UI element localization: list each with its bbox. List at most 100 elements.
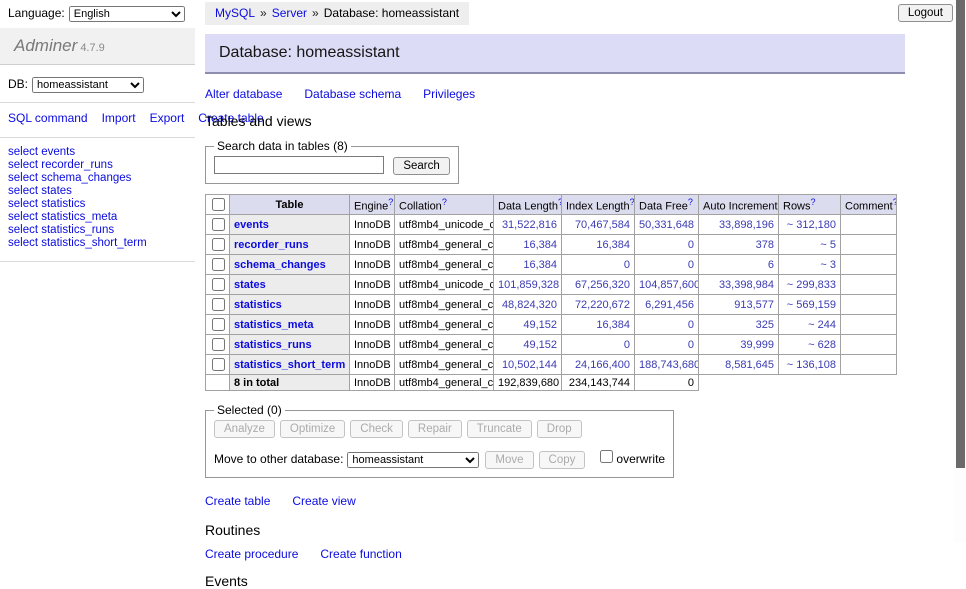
adminer-logo: Adminer <box>14 36 77 55</box>
sidebar-select-events[interactable]: select events <box>8 146 187 159</box>
table-link-statistics[interactable]: statistics <box>234 299 282 311</box>
data-free-cell: 0 <box>635 255 699 275</box>
check-button[interactable]: Check <box>350 420 403 438</box>
row-checkbox[interactable] <box>212 298 225 311</box>
index-length-cell: 16,384 <box>562 235 635 255</box>
sidebar-select-states[interactable]: select states <box>8 185 187 198</box>
sidebar-link-import[interactable]: Import <box>102 111 136 125</box>
engine-cell: InnoDB <box>350 215 395 235</box>
table-link-statistics-meta[interactable]: statistics_meta <box>234 319 314 331</box>
table-row: events InnoDButf8mb4_unicode_ci31,522,816… <box>206 215 897 235</box>
overwrite-checkbox[interactable] <box>600 450 613 463</box>
index-length-cell: 67,256,320 <box>562 275 635 295</box>
truncate-button[interactable]: Truncate <box>467 420 532 438</box>
drop-button[interactable]: Drop <box>537 420 582 438</box>
sidebar-select-statistics-short-term[interactable]: select statistics_short_term <box>8 237 187 250</box>
table-link-events[interactable]: events <box>234 219 269 231</box>
move-button[interactable]: Move <box>485 451 533 469</box>
row-checkbox[interactable] <box>212 218 225 231</box>
collation-cell: utf8mb4_unicode_ci <box>395 215 494 235</box>
rows-cell: ~ 312,180 <box>779 215 841 235</box>
overwrite-label: overwrite <box>616 452 665 466</box>
comment-cell <box>841 355 897 375</box>
link-privileges[interactable]: Privileges <box>423 87 475 101</box>
move-db-select[interactable]: homeassistant <box>347 452 479 468</box>
comment-cell <box>841 275 897 295</box>
breadcrumb-link-server[interactable]: Server <box>272 6 307 20</box>
table-link-recorder-runs[interactable]: recorder_runs <box>234 239 309 251</box>
row-checkbox[interactable] <box>212 238 225 251</box>
row-checkbox[interactable] <box>212 318 225 331</box>
repair-button[interactable]: Repair <box>408 420 462 438</box>
link-database-schema[interactable]: Database schema <box>304 87 401 101</box>
sidebar: Language:English Adminer4.7.9 DB:homeass… <box>0 0 195 262</box>
help-icon[interactable]: ? <box>893 197 897 207</box>
adminer-version: 4.7.9 <box>80 42 104 54</box>
copy-button[interactable]: Copy <box>539 451 586 469</box>
sidebar-select-schema-changes[interactable]: select schema_changes <box>8 172 187 185</box>
data-length-cell: 31,522,816 <box>494 215 562 235</box>
row-checkbox[interactable] <box>212 338 225 351</box>
collation-cell: utf8mb4_general_ci <box>395 375 494 391</box>
table-link-statistics-short-term[interactable]: statistics_short_term <box>234 359 345 371</box>
sidebar-select-statistics-meta[interactable]: select statistics_meta <box>8 211 187 224</box>
link-create-procedure[interactable]: Create procedure <box>205 547 298 561</box>
sidebar-link-sql-command[interactable]: SQL command <box>8 111 88 125</box>
table-row: statesInnoDButf8mb4_unicode_ci101,859,32… <box>206 275 897 295</box>
row-checkbox[interactable] <box>212 358 225 371</box>
rows-cell: ~ 628 <box>779 335 841 355</box>
optimize-button[interactable]: Optimize <box>280 420 345 438</box>
link-create-view[interactable]: Create view <box>292 494 355 508</box>
sidebar-link-export[interactable]: Export <box>150 111 185 125</box>
logout-button[interactable]: Logout <box>898 4 953 22</box>
table-link-statistics-runs[interactable]: statistics_runs <box>234 339 312 351</box>
data-free-cell: 6,291,456 <box>635 295 699 315</box>
help-icon[interactable]: ? <box>442 197 447 207</box>
table-name-cell: statistics_meta <box>230 315 350 335</box>
row-checkbox[interactable] <box>212 258 225 271</box>
auto-increment-cell: 33,398,984 <box>699 275 779 295</box>
help-icon[interactable]: ? <box>388 197 393 207</box>
sidebar-select-statistics[interactable]: select statistics <box>8 198 187 211</box>
table-link-states[interactable]: states <box>234 279 266 291</box>
link-create-function[interactable]: Create function <box>320 547 401 561</box>
row-checkbox[interactable] <box>212 278 225 291</box>
help-icon[interactable]: ? <box>688 197 693 207</box>
rows-cell: ~ 5 <box>779 235 841 255</box>
create-links-row: Create table Create view <box>205 494 905 508</box>
data-length-cell: 16,384 <box>494 255 562 275</box>
rows-cell: ~ 3 <box>779 255 841 275</box>
index-length-cell: 234,143,744 <box>562 375 635 391</box>
language-select[interactable]: English <box>69 6 185 22</box>
scrollbar-thumb[interactable] <box>956 0 965 468</box>
db-select[interactable]: homeassistant <box>32 77 144 93</box>
analyze-button[interactable]: Analyze <box>214 420 275 438</box>
breadcrumb-separator: » <box>312 6 319 20</box>
auto-increment-cell: 6 <box>699 255 779 275</box>
help-icon[interactable]: ? <box>630 197 635 207</box>
data-length-cell: 48,824,320 <box>494 295 562 315</box>
comment-cell <box>841 335 897 355</box>
data-length-cell: 49,152 <box>494 315 562 335</box>
search-button[interactable]: Search <box>393 157 449 175</box>
engine-cell: InnoDB <box>350 375 395 391</box>
sidebar-select-statistics-runs[interactable]: select statistics_runs <box>8 224 187 237</box>
search-fieldset: Search data in tables (8) Search <box>205 139 459 184</box>
data-length-cell: 16,384 <box>494 235 562 255</box>
breadcrumb-link-mysql[interactable]: MySQL <box>215 6 255 20</box>
select-all-checkbox[interactable] <box>212 198 225 211</box>
link-alter-database[interactable]: Alter database <box>205 87 282 101</box>
table-link-schema-changes[interactable]: schema_changes <box>234 259 326 271</box>
scrollbar[interactable] <box>954 0 966 543</box>
column-header-comment: Comment? <box>841 195 897 215</box>
help-icon[interactable]: ? <box>558 197 562 207</box>
data-free-cell: 0 <box>635 335 699 355</box>
header-checkbox-cell <box>206 195 230 215</box>
search-input[interactable] <box>214 156 384 174</box>
sidebar-select-recorder-runs[interactable]: select recorder_runs <box>8 159 187 172</box>
engine-cell: InnoDB <box>350 295 395 315</box>
table-name-cell: statistics_runs <box>230 335 350 355</box>
link-create-table[interactable]: Create table <box>205 494 270 508</box>
help-icon[interactable]: ? <box>811 197 816 207</box>
auto-increment-cell: 378 <box>699 235 779 255</box>
